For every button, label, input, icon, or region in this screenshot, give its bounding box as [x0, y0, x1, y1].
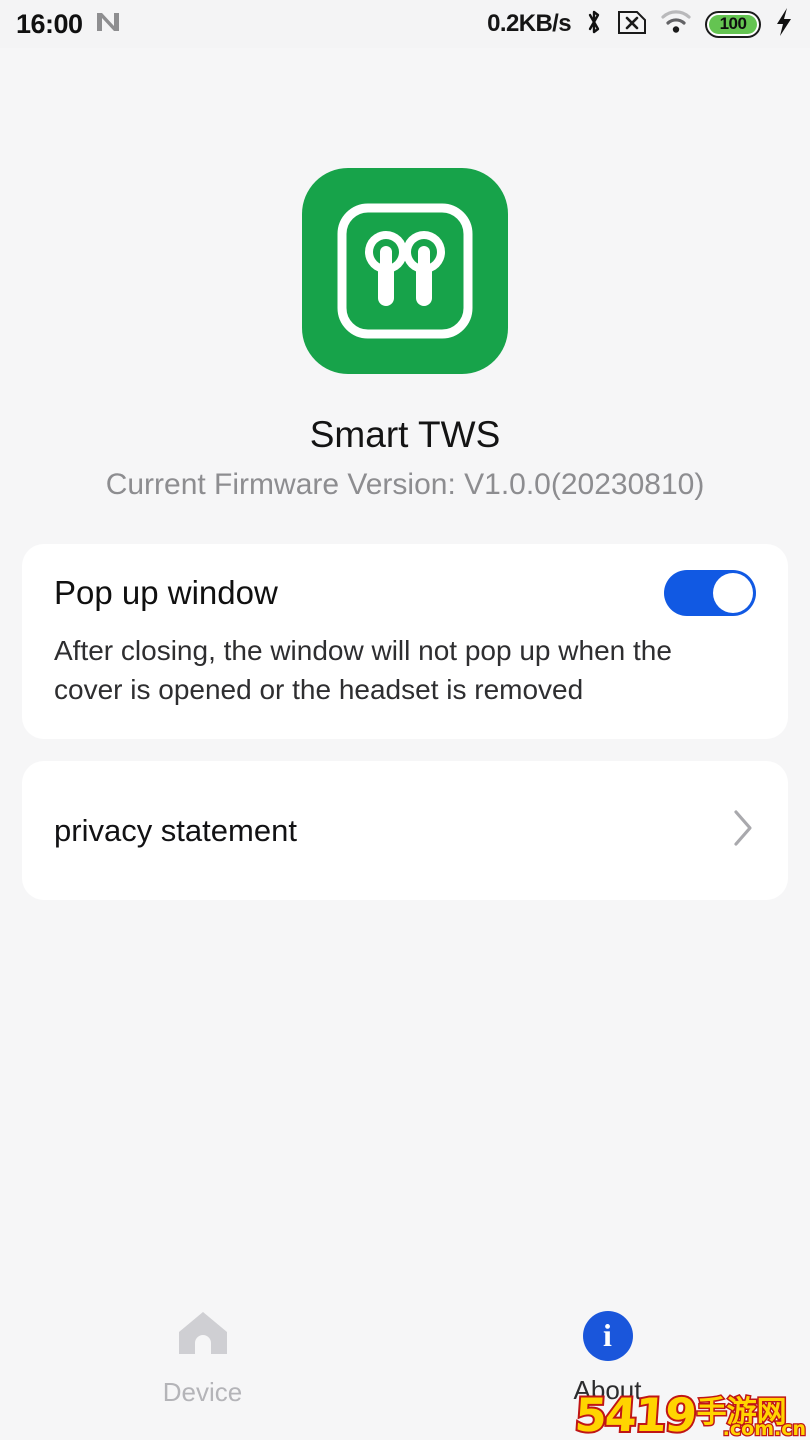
popup-window-description: After closing, the window will not pop u… [54, 635, 672, 705]
popup-window-title: Pop up window [54, 574, 278, 611]
nav-item-device[interactable]: Device [0, 1308, 405, 1408]
privacy-statement-label: privacy statement [54, 812, 297, 848]
earbuds-icon [302, 168, 508, 374]
status-bar: 16:00 0.2KB/s 100 [0, 0, 810, 48]
nav-label-about: About [573, 1374, 642, 1405]
status-bar-clock: 16:00 [16, 8, 83, 39]
app-header: Smart TWS Current Firmware Version: V1.0… [0, 48, 810, 502]
status-bar-left: 16:00 [16, 9, 121, 40]
wifi-icon [660, 9, 692, 40]
bluetooth-icon [584, 8, 604, 41]
charging-bolt-icon [774, 7, 794, 42]
toggle-knob [713, 573, 753, 613]
network-speed-label: 0.2KB/s [487, 10, 571, 37]
popup-window-card: Pop up window After closing, the window … [22, 544, 788, 740]
sim-card-x-icon [617, 8, 647, 41]
info-circle-icon: i [582, 1310, 633, 1361]
bottom-navigation: Device i About [0, 1290, 810, 1440]
nav-label-device: Device [162, 1377, 243, 1407]
nfc-icon [95, 11, 121, 38]
firmware-version-label: Current Firmware Version: V1.0.0(2023081… [105, 468, 705, 501]
phone-screen: 16:00 0.2KB/s 100 Smart TWS Current Firm… [0, 0, 810, 1440]
app-title: Smart TWS [309, 414, 501, 455]
popup-window-toggle[interactable] [664, 570, 756, 616]
battery-icon: 100 [705, 10, 761, 38]
nav-item-about[interactable]: i About [405, 1310, 810, 1406]
home-icon [175, 1308, 231, 1363]
settings-list: Pop up window After closing, the window … [0, 544, 810, 901]
status-bar-right: 0.2KB/s 100 [487, 7, 794, 42]
popup-window-row: Pop up window [54, 570, 756, 616]
battery-level-label: 100 [719, 14, 747, 33]
privacy-statement-row[interactable]: privacy statement [22, 761, 788, 901]
chevron-right-icon [730, 807, 756, 854]
